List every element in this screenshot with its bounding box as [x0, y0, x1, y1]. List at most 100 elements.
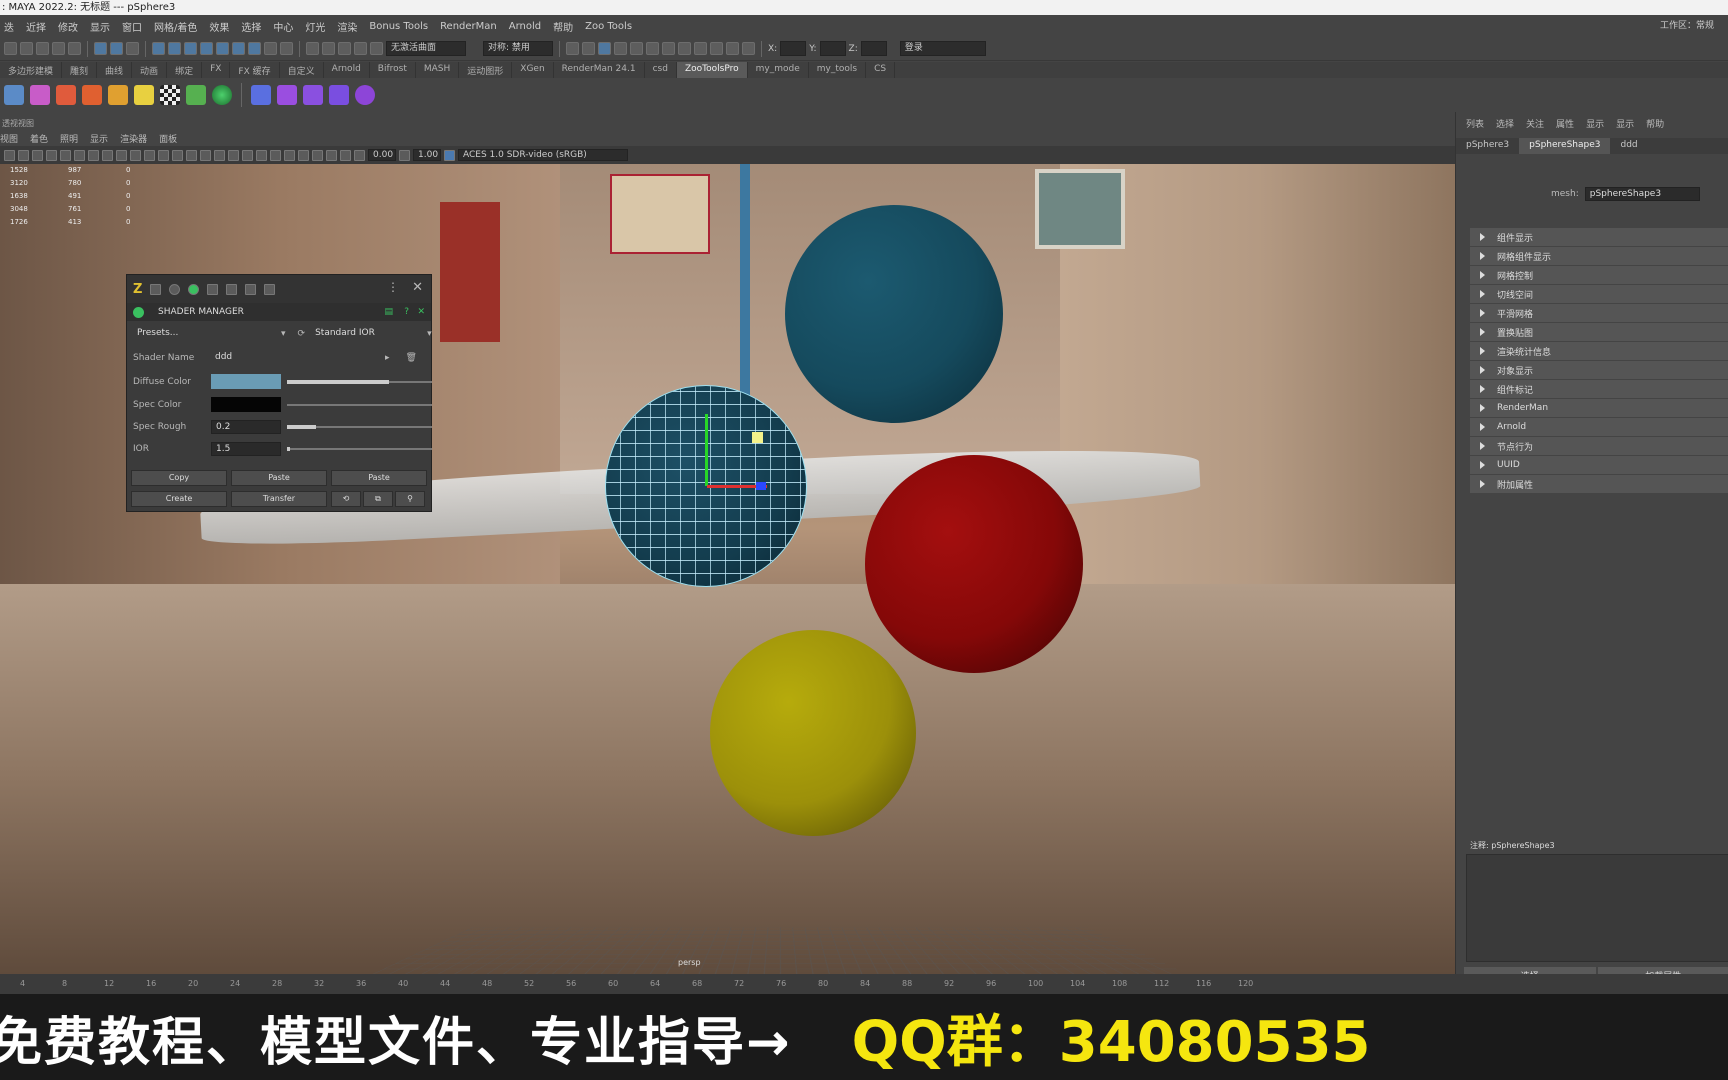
shader-sphere-icon[interactable] — [188, 283, 200, 295]
ae-section[interactable]: 节点行为 — [1470, 437, 1728, 455]
select-by-hierarchy-icon[interactable] — [94, 42, 107, 55]
zoo-tool-icon[interactable] — [251, 85, 271, 105]
shelf-tab[interactable]: FX 缓存 — [230, 62, 280, 78]
anti-aliasing-icon[interactable] — [270, 149, 281, 161]
shelf-tab[interactable]: Arnold — [324, 62, 370, 78]
shader-type-select[interactable]: Standard IOR — [311, 327, 422, 341]
zoo-tool-icon[interactable] — [329, 85, 349, 105]
ae-section[interactable]: 组件标记 — [1470, 380, 1728, 398]
render-settings-icon[interactable] — [646, 42, 659, 55]
expand-triangle-icon[interactable] — [1480, 271, 1485, 279]
menu-item[interactable]: 迭 — [4, 19, 14, 34]
refresh-icon[interactable]: ⟳ — [298, 329, 306, 339]
expand-triangle-icon[interactable] — [1480, 309, 1485, 317]
zoo-tool-icon[interactable] — [150, 283, 162, 295]
resolution-gate-icon[interactable] — [88, 149, 99, 161]
move-manipulator-y[interactable] — [705, 414, 708, 486]
paste-attributes-button[interactable]: Paste — [331, 470, 427, 486]
y-field[interactable] — [819, 41, 846, 56]
ae-menu-item[interactable]: 显示 — [1586, 117, 1604, 130]
trash-icon[interactable]: 🗑 — [406, 353, 417, 363]
select-by-object-icon[interactable] — [110, 42, 123, 55]
snap-view-plane-icon[interactable] — [354, 42, 367, 55]
menu-item[interactable]: 灯光 — [305, 19, 325, 34]
viewport-menu-item[interactable]: 视图 — [0, 132, 18, 145]
shelf-tab[interactable]: RenderMan 24.1 — [554, 62, 645, 78]
use-lights-icon[interactable] — [214, 149, 225, 161]
select-surface-icon[interactable] — [200, 42, 213, 55]
pause-icon[interactable] — [742, 42, 755, 55]
menu-item[interactable]: Bonus Tools — [369, 21, 428, 32]
transfer-button[interactable]: Transfer — [231, 491, 327, 507]
ae-section[interactable]: 附加属性 — [1470, 475, 1728, 493]
select-render-icon[interactable] — [248, 42, 261, 55]
ipr-render-icon[interactable] — [630, 42, 643, 55]
zoo-tool-icon[interactable] — [169, 283, 181, 295]
zoo-tool-icon[interactable] — [56, 85, 76, 105]
ae-section[interactable]: Arnold — [1470, 418, 1728, 436]
snap-curve-icon[interactable] — [322, 42, 335, 55]
symmetry-field[interactable]: 对称: 禁用 — [483, 41, 553, 56]
shadows-icon[interactable] — [228, 149, 239, 161]
spec-rough-slider[interactable] — [287, 425, 432, 429]
select-objects-icon[interactable]: ⧉ — [363, 491, 393, 507]
shelf-tab[interactable]: 自定义 — [280, 62, 324, 78]
shelf-tab[interactable]: Bifrost — [370, 62, 416, 78]
gamma-field[interactable]: 1.00 — [413, 149, 441, 161]
copy-button[interactable]: Copy — [131, 470, 227, 486]
shelf-tab[interactable]: ZooToolsPro — [676, 62, 748, 78]
red-sphere[interactable] — [865, 455, 1083, 673]
xray-icon[interactable] — [312, 149, 323, 161]
yellow-sphere[interactable] — [710, 630, 916, 836]
gear-icon[interactable] — [303, 85, 323, 105]
chevron-down-icon[interactable]: ▾ — [281, 329, 286, 339]
arnold-render-icon[interactable] — [710, 42, 723, 55]
redo-icon[interactable] — [68, 42, 81, 55]
field-chart-icon[interactable] — [116, 149, 127, 161]
ae-menu-item[interactable]: 关注 — [1526, 117, 1544, 130]
render-view-icon[interactable] — [598, 42, 611, 55]
help-icon[interactable]: ? — [404, 307, 409, 317]
workspace-label[interactable]: 工作区：常规 — [1660, 18, 1714, 31]
shelf-tab[interactable]: my_tools — [809, 62, 867, 78]
ae-section[interactable]: RenderMan — [1470, 399, 1728, 417]
save-scene-icon[interactable] — [36, 42, 49, 55]
move-manipulator-center[interactable] — [752, 432, 763, 443]
selected-sphere-wireframe[interactable] — [605, 385, 807, 587]
motion-blur-icon[interactable] — [256, 149, 267, 161]
menu-item[interactable]: 网格/着色 — [154, 19, 197, 34]
ae-menu-item[interactable]: 显示 — [1616, 117, 1634, 130]
zoo-tool-icon[interactable] — [277, 85, 297, 105]
expand-triangle-icon[interactable] — [1480, 290, 1485, 298]
live-surface-field[interactable]: 无激活曲面 — [386, 41, 466, 56]
ae-section[interactable]: 网格组件显示 — [1470, 247, 1728, 265]
shelf-tab[interactable]: my_mode — [748, 62, 809, 78]
smooth-shade-icon[interactable] — [172, 149, 183, 161]
notes-textarea[interactable] — [1466, 854, 1728, 962]
film-gate-icon[interactable] — [74, 149, 85, 161]
ae-tab[interactable]: pSphereShape3 — [1519, 138, 1611, 154]
isolate-select-icon[interactable] — [298, 149, 309, 161]
menu-item[interactable]: 修改 — [58, 19, 78, 34]
presets-select[interactable]: Presets... — [133, 327, 275, 341]
paste-button[interactable]: Paste — [231, 470, 327, 486]
viewport-menu-item[interactable]: 渲染器 — [120, 132, 147, 145]
zoo-tool-icon[interactable] — [207, 283, 219, 295]
zoo-tool-icon[interactable] — [108, 85, 128, 105]
zoo-tool-icon[interactable] — [30, 85, 50, 105]
zoo-tool-icon[interactable] — [245, 283, 257, 295]
ae-menu-item[interactable]: 帮助 — [1646, 117, 1664, 130]
spec-color-slider[interactable] — [287, 403, 432, 406]
ambient-occlusion-icon[interactable] — [242, 149, 253, 161]
highlight-icon[interactable] — [280, 42, 293, 55]
wireframe-on-shaded-icon[interactable] — [186, 149, 197, 161]
create-button[interactable]: Create — [131, 491, 227, 507]
xray-components-icon[interactable] — [340, 149, 351, 161]
z-field[interactable] — [860, 41, 887, 56]
expand-triangle-icon[interactable] — [1480, 423, 1485, 431]
render-current-icon[interactable] — [614, 42, 627, 55]
select-dynamics-icon[interactable] — [232, 42, 245, 55]
menu-item[interactable]: 中心 — [273, 19, 293, 34]
light-editor-icon[interactable] — [694, 42, 707, 55]
lock-icon[interactable]: ⚲ — [395, 491, 425, 507]
